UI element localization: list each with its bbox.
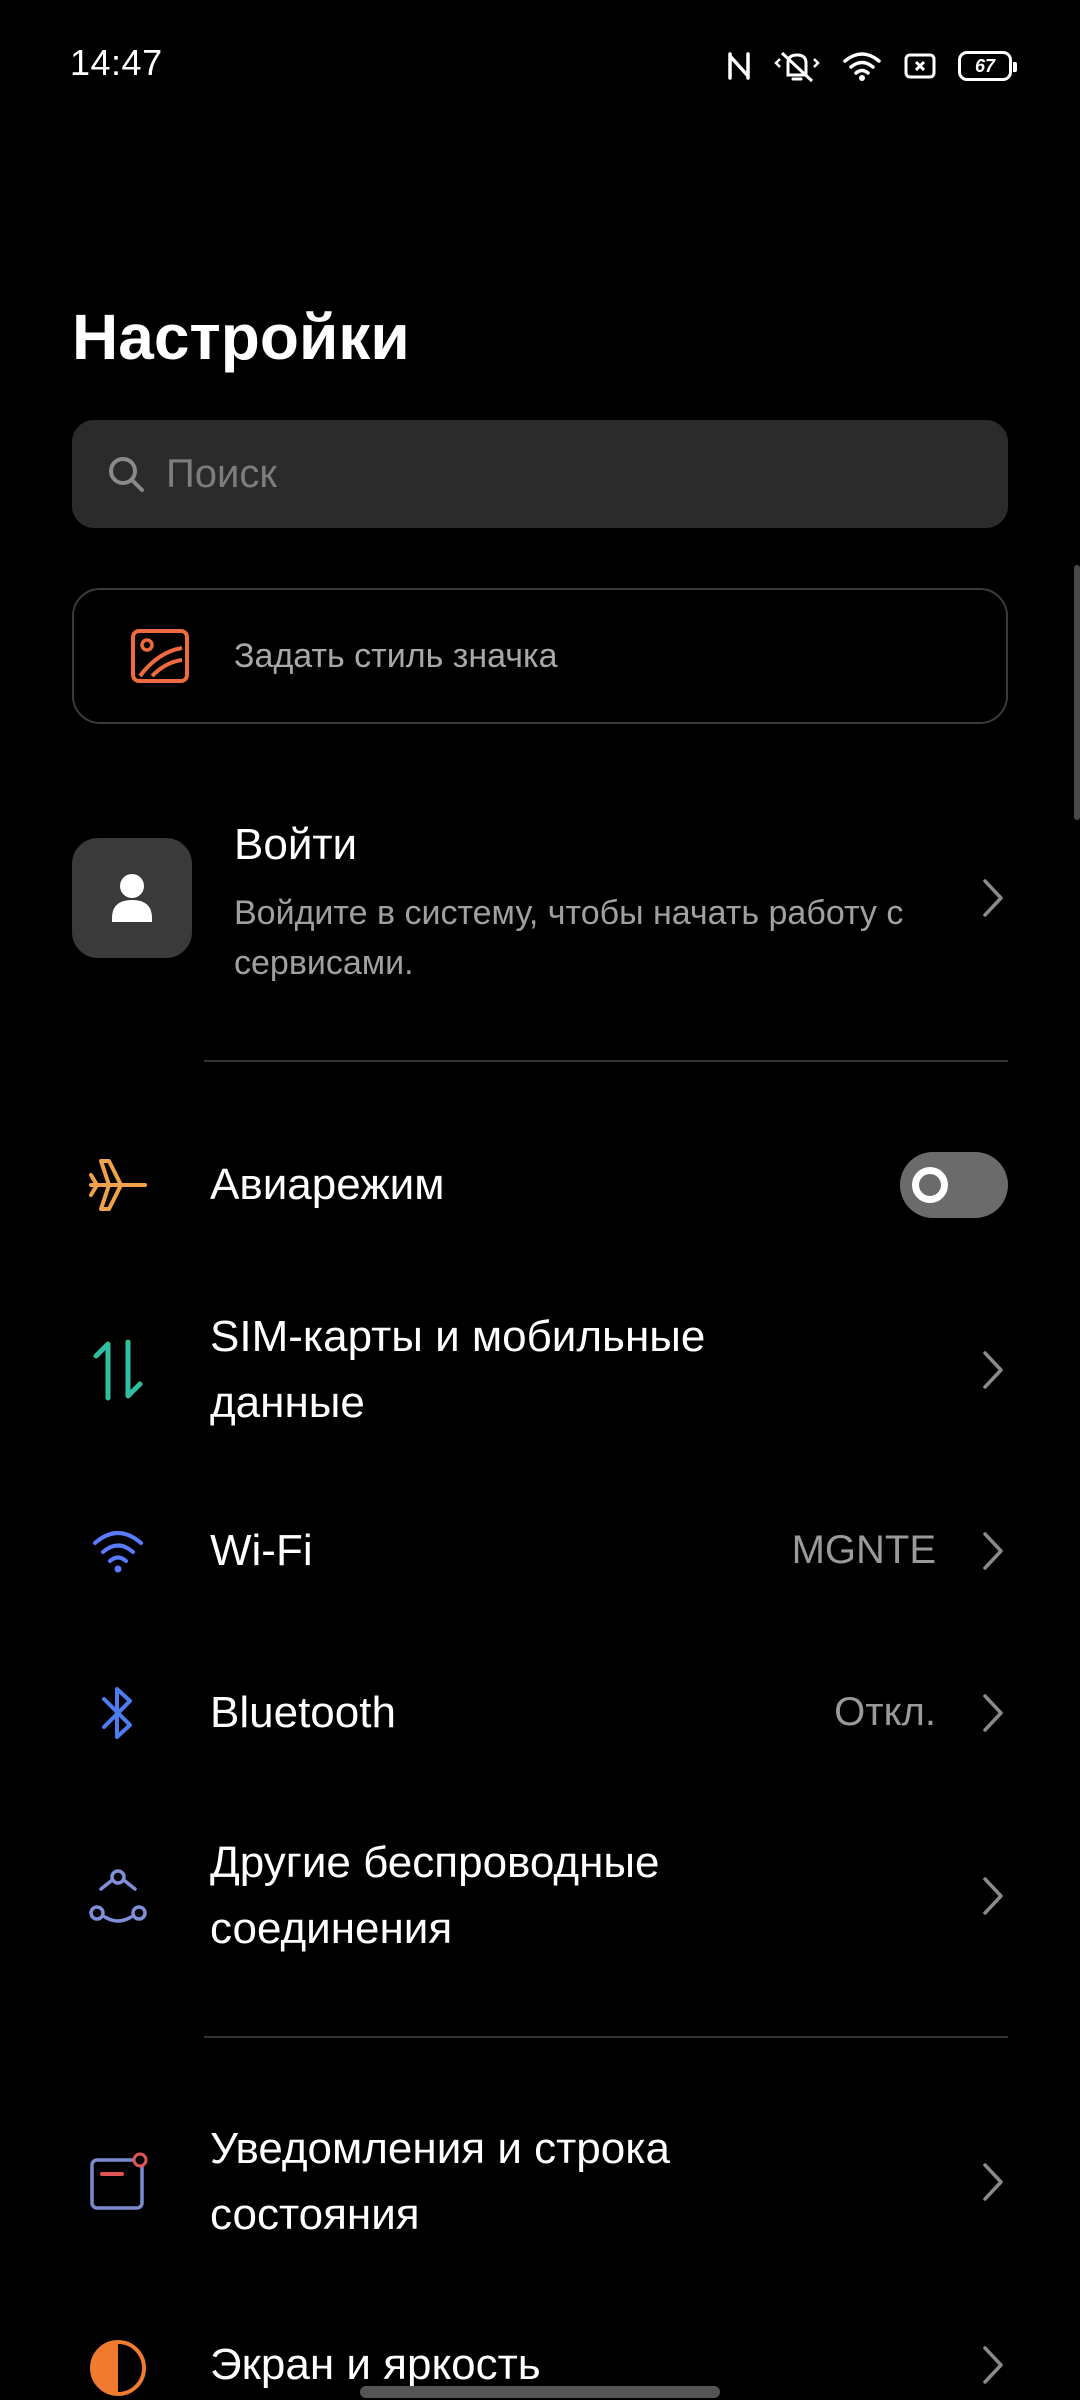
setting-notifications[interactable]: Уведомления и строка состояния bbox=[0, 2116, 1080, 2248]
setting-wifi[interactable]: Wi-Fi MGNTE bbox=[0, 1518, 1080, 1584]
home-indicator[interactable] bbox=[360, 2386, 720, 2398]
account-signin[interactable]: Войти Войдите в систему, чтобы начать ра… bbox=[72, 818, 1008, 988]
image-style-icon bbox=[128, 624, 192, 688]
screen-record-icon bbox=[904, 52, 936, 80]
status-time: 14:47 bbox=[70, 42, 163, 83]
divider bbox=[204, 1060, 1008, 1062]
wifi-network-name: MGNTE bbox=[791, 1528, 936, 1572]
bluetooth-icon bbox=[82, 1677, 154, 1749]
setting-label: SIM-карты и мобильные данные bbox=[210, 1312, 706, 1427]
mobile-data-icon bbox=[82, 1334, 154, 1406]
airplane-icon bbox=[82, 1149, 154, 1221]
chevron-right-icon bbox=[978, 2160, 1008, 2204]
user-icon bbox=[112, 874, 152, 922]
icon-style-label: Задать стиль значка bbox=[234, 636, 558, 675]
battery-icon: 67 bbox=[958, 51, 1017, 81]
wifi-icon bbox=[842, 50, 882, 82]
settings-screen: 14:47 67 Настройки Поиск Задать стиль зн… bbox=[0, 0, 1080, 2400]
wifi-icon bbox=[82, 1515, 154, 1587]
scrollbar[interactable] bbox=[1074, 565, 1080, 820]
chevron-right-icon bbox=[978, 2343, 1008, 2387]
display-brightness-icon bbox=[82, 2332, 154, 2400]
account-title: Войти bbox=[234, 820, 358, 869]
setting-label: Уведомления и строка состояния bbox=[210, 2124, 670, 2239]
chevron-right-icon bbox=[978, 1529, 1008, 1573]
toggle-knob bbox=[912, 1167, 948, 1203]
setting-label: Другие беспроводные соединения bbox=[210, 1838, 660, 1953]
battery-level: 67 bbox=[974, 55, 996, 76]
icon-style-card[interactable]: Задать стиль значка bbox=[72, 588, 1008, 724]
chevron-right-icon bbox=[978, 1874, 1008, 1918]
search-input[interactable] bbox=[164, 450, 924, 498]
vibrate-icon bbox=[774, 49, 820, 83]
avatar bbox=[72, 838, 192, 958]
chevron-right-icon bbox=[978, 1691, 1008, 1735]
divider bbox=[204, 2036, 1008, 2038]
setting-sim-mobile-data[interactable]: SIM-карты и мобильные данные bbox=[0, 1304, 1080, 1436]
connections-icon bbox=[82, 1860, 154, 1932]
setting-bluetooth[interactable]: Bluetooth Откл. bbox=[0, 1680, 1080, 1746]
account-subtitle: Войдите в систему, чтобы начать работу с… bbox=[234, 894, 904, 982]
setting-other-wireless[interactable]: Другие беспроводные соединения bbox=[0, 1830, 1080, 1962]
bluetooth-status: Откл. bbox=[834, 1690, 936, 1734]
status-icons: 67 bbox=[726, 44, 1017, 88]
chevron-right-icon bbox=[978, 876, 1008, 920]
nfc-icon bbox=[726, 50, 752, 82]
notifications-icon bbox=[82, 2146, 154, 2218]
airplane-toggle[interactable] bbox=[900, 1152, 1008, 1218]
chevron-right-icon bbox=[978, 1348, 1008, 1392]
search-icon bbox=[102, 450, 150, 498]
setting-airplane-mode[interactable]: Авиарежим bbox=[0, 1152, 1080, 1218]
setting-label: Авиарежим bbox=[210, 1160, 445, 1209]
setting-label: Wi-Fi bbox=[210, 1526, 313, 1575]
status-bar: 14:47 67 bbox=[0, 0, 1080, 130]
page-title: Настройки bbox=[72, 301, 410, 373]
setting-label: Bluetooth bbox=[210, 1688, 396, 1737]
search-bar[interactable] bbox=[72, 420, 1008, 528]
